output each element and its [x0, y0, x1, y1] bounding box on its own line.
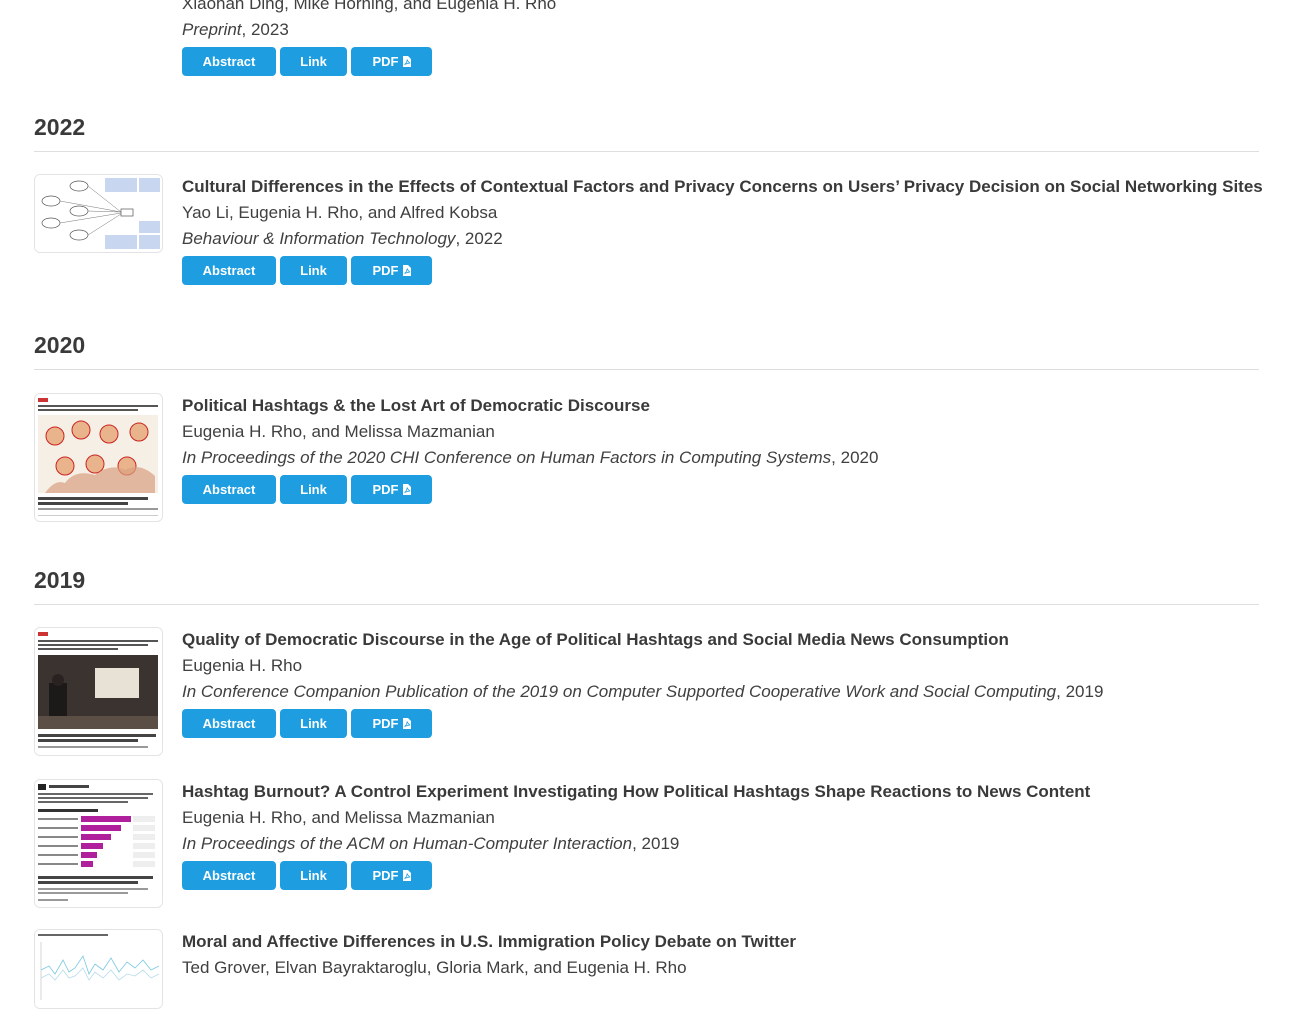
- publication-thumbnail[interactable]: [34, 779, 163, 908]
- article-thumbnail-image: [35, 394, 162, 521]
- abstract-button[interactable]: Abstract: [182, 861, 276, 890]
- publication-buttons: Abstract Link PDF: [182, 475, 1259, 505]
- publication-year: , 2019: [632, 834, 680, 853]
- publication-venue-line: Behaviour & Information Technology, 2022: [182, 226, 1259, 252]
- publication-buttons: Abstract Link PDF: [182, 256, 1259, 286]
- publication-year: , 2019: [1056, 682, 1104, 701]
- article-thumbnail-image: [35, 628, 162, 755]
- publication-authors: Eugenia H. Rho, and Melissa Mazmanian: [182, 422, 495, 441]
- publication-thumbnail[interactable]: [34, 174, 163, 253]
- link-button[interactable]: Link: [280, 47, 347, 76]
- abstract-button[interactable]: Abstract: [182, 475, 276, 504]
- publication-venue: In Proceedings of the 2020 CHI Conferenc…: [182, 448, 832, 467]
- publication-buttons: Abstract Link PDF: [182, 861, 1259, 891]
- publication-venue: In Conference Companion Publication of t…: [182, 682, 1057, 701]
- publication-venue-line: Preprint, 2023: [182, 17, 1259, 43]
- publication-venue: Behaviour & Information Technology: [182, 229, 456, 248]
- publication-year: , 2022: [455, 229, 503, 248]
- publication-venue-line: In Conference Companion Publication of t…: [182, 679, 1259, 705]
- publication-title: Quality of Democratic Discourse in the A…: [182, 630, 1009, 649]
- file-pdf-icon: [402, 869, 411, 881]
- publication-venue: Preprint: [182, 20, 242, 39]
- file-pdf-icon: [402, 55, 411, 67]
- publication-thumbnail[interactable]: [34, 627, 163, 756]
- publication-authors: Ted Grover, Elvan Bayraktaroglu, Gloria …: [182, 958, 687, 977]
- diagram-thumbnail-image: [35, 175, 162, 252]
- abstract-button[interactable]: Abstract: [182, 709, 276, 738]
- publication-authors: Eugenia H. Rho, and Melissa Mazmanian: [182, 808, 495, 827]
- publication-thumbnail[interactable]: [34, 393, 163, 522]
- link-button[interactable]: Link: [280, 709, 347, 738]
- file-pdf-icon: [402, 717, 411, 729]
- file-pdf-icon: [402, 264, 411, 276]
- pdf-button-label: PDF: [372, 54, 399, 69]
- publication-title: Moral and Affective Differences in U.S. …: [182, 932, 797, 951]
- publication-authors: Eugenia H. Rho: [182, 656, 303, 675]
- file-pdf-icon: [402, 483, 411, 495]
- pdf-button-label: PDF: [372, 482, 399, 497]
- publication-buttons: Abstract Link PDF: [182, 709, 1259, 739]
- abstract-button[interactable]: Abstract: [182, 256, 276, 285]
- article-thumbnail-image: [35, 780, 162, 907]
- pdf-button[interactable]: PDF: [351, 861, 432, 890]
- publication-thumbnail[interactable]: [34, 929, 163, 1009]
- publication-venue-line: In Proceedings of the 2020 CHI Conferenc…: [182, 445, 1259, 471]
- publication-title: Hashtag Burnout? A Control Experiment In…: [182, 782, 1091, 801]
- chart-thumbnail-image: [35, 930, 162, 1008]
- link-button[interactable]: Link: [280, 256, 347, 285]
- year-heading-2022: 2022: [34, 114, 1259, 152]
- publication-authors: Xiaohan Ding, Mike Horning, and Eugenia …: [182, 0, 557, 13]
- publication-buttons: Abstract Link PDF: [182, 47, 1259, 77]
- publication-year: , 2023: [241, 20, 289, 39]
- publication-venue: In Proceedings of the ACM on Human-Compu…: [182, 834, 633, 853]
- pdf-button[interactable]: PDF: [351, 47, 432, 76]
- link-button[interactable]: Link: [280, 475, 347, 504]
- pdf-button-label: PDF: [372, 716, 399, 731]
- pdf-button[interactable]: PDF: [351, 709, 432, 738]
- pdf-button[interactable]: PDF: [351, 256, 432, 285]
- year-heading-2019: 2019: [34, 567, 1259, 605]
- abstract-button[interactable]: Abstract: [182, 47, 276, 76]
- pdf-button[interactable]: PDF: [351, 475, 432, 504]
- pdf-button-label: PDF: [372, 868, 399, 883]
- link-button[interactable]: Link: [280, 861, 347, 890]
- pdf-button-label: PDF: [372, 263, 399, 278]
- publication-year: , 2020: [831, 448, 879, 467]
- year-heading-2020: 2020: [34, 332, 1259, 370]
- publication-venue-line: In Proceedings of the ACM on Human-Compu…: [182, 831, 1259, 857]
- publication-title: Political Hashtags & the Lost Art of Dem…: [182, 396, 650, 415]
- publication-title: Cultural Differences in the Effects of C…: [182, 177, 1263, 196]
- publication-authors: Yao Li, Eugenia H. Rho, and Alfred Kobsa: [182, 203, 498, 222]
